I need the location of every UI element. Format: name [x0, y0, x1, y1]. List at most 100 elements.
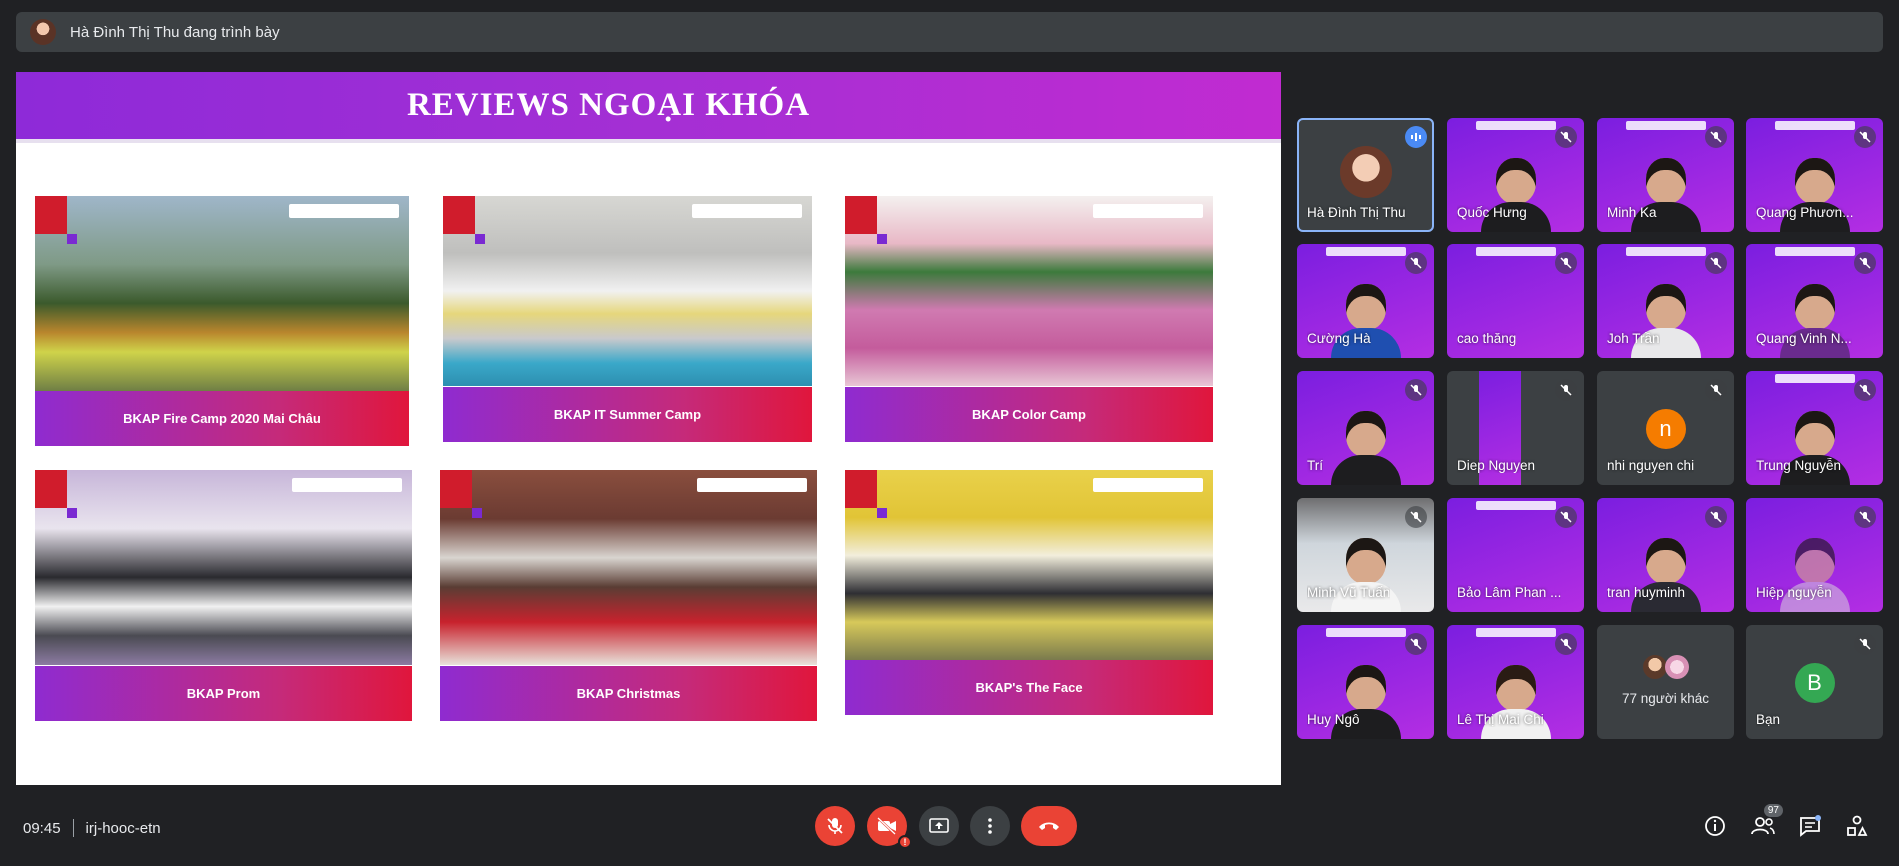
participant-tile[interactable]: Hiệp nguyễn	[1746, 498, 1883, 612]
mic-off-icon	[1555, 506, 1577, 528]
card-caption: BKAP Fire Camp 2020 Mai Châu	[123, 411, 321, 426]
participant-tile[interactable]: tran huyminh	[1597, 498, 1734, 612]
participant-name: Hiệp nguyễn	[1756, 585, 1832, 600]
mic-off-icon	[1705, 379, 1727, 401]
participant-name: Minh Vũ Tuấn	[1307, 585, 1391, 600]
chat-button[interactable]	[1796, 812, 1824, 840]
participant-video	[1330, 661, 1401, 739]
slide-divider	[16, 139, 1281, 143]
clock-time: 09:45	[23, 819, 61, 837]
photo-card-the-face: BKAP's The Face	[845, 470, 1213, 715]
avatar	[1339, 146, 1392, 198]
people-button[interactable]: 97	[1749, 804, 1783, 840]
participant-tile[interactable]: Quốc Hưng	[1447, 118, 1584, 232]
participant-video	[1779, 534, 1850, 612]
photo	[35, 470, 412, 665]
participant-tile[interactable]: Quang Phươn...	[1746, 118, 1883, 232]
mic-off-icon	[1405, 506, 1427, 528]
meeting-info: 09:45 irj-hooc-etn	[23, 819, 161, 837]
participant-tile[interactable]: Minh Ka	[1597, 118, 1734, 232]
corner-decoration	[472, 508, 482, 518]
corner-decoration	[67, 234, 77, 244]
corner-decoration	[877, 234, 887, 244]
chat-icon	[1800, 815, 1821, 837]
slide-title: REVIEWS NGOẠI KHÓA	[406, 87, 811, 123]
participant-video	[1480, 661, 1551, 739]
participant-video	[1779, 407, 1850, 485]
participant-tile[interactable]: Quang Vinh N...	[1746, 244, 1883, 358]
avatar	[1643, 655, 1667, 679]
participant-tile[interactable]: n nhi nguyen chi	[1597, 371, 1734, 485]
participant-name: Quốc Hưng	[1457, 205, 1527, 220]
sponsor-logo	[697, 478, 807, 492]
participant-tile[interactable]: Diep Nguyen	[1447, 371, 1584, 485]
card-caption: BKAP Prom	[186, 686, 261, 701]
participant-name: Quang Phươn...	[1756, 205, 1854, 220]
card-caption: BKAP's The Face	[975, 680, 1083, 695]
participant-name: Huy Ngô	[1307, 712, 1360, 727]
participant-name: tran huyminh	[1607, 585, 1686, 600]
mic-off-icon	[1555, 252, 1577, 274]
participant-name: Bạn	[1756, 712, 1781, 727]
photo	[440, 470, 817, 665]
hang-up-icon	[1039, 822, 1059, 830]
corner-decoration	[67, 508, 77, 518]
participant-tile[interactable]: Lê Thị Mai Chi	[1447, 625, 1584, 739]
photo-card-prom: BKAP Prom	[35, 470, 412, 721]
participant-tile[interactable]: Cường Hà	[1297, 244, 1434, 358]
participant-tile[interactable]: Bảo Lâm Phan ...	[1447, 498, 1584, 612]
meeting-details-button[interactable]	[1701, 812, 1729, 840]
participant-tile[interactable]: Trung Nguyễn	[1746, 371, 1883, 485]
photo	[443, 196, 812, 386]
meeting-code: irj-hooc-etn	[85, 819, 161, 837]
mic-off-icon	[1854, 633, 1876, 655]
info-icon	[1705, 816, 1725, 836]
self-tile[interactable]: B Bạn	[1746, 625, 1883, 739]
mic-off-icon	[1854, 252, 1876, 274]
participant-tile[interactable]: Trí	[1297, 371, 1434, 485]
speaking-indicator-icon	[1405, 126, 1427, 148]
tile-logo	[1475, 628, 1556, 637]
more-vert-icon	[988, 818, 992, 834]
card-banner: BKAP Christmas	[440, 666, 817, 721]
card-banner: BKAP Color Camp	[845, 387, 1213, 442]
participant-video	[1330, 407, 1401, 485]
corner-decoration	[443, 196, 475, 234]
tile-logo	[1475, 247, 1556, 256]
participant-tile[interactable]: Hà Đình Thị Thu	[1297, 118, 1434, 232]
mic-off-icon	[1405, 633, 1427, 655]
card-banner: BKAP IT Summer Camp	[443, 387, 812, 442]
present-icon	[929, 818, 949, 833]
avatar: n	[1645, 409, 1686, 449]
tile-logo	[1325, 628, 1406, 637]
tile-logo	[1774, 247, 1855, 256]
mic-off-icon	[1555, 379, 1577, 401]
leave-call-button[interactable]	[1021, 806, 1077, 846]
photo-card-it-summer-camp: BKAP IT Summer Camp	[443, 196, 812, 442]
others-tile[interactable]: 77 người khác	[1597, 625, 1734, 739]
participant-name: Cường Hà	[1307, 331, 1371, 346]
camera-toggle-button[interactable]: !	[867, 806, 912, 849]
corner-decoration	[845, 470, 877, 508]
tile-logo	[1774, 374, 1855, 383]
participant-tile[interactable]: Huy Ngô	[1297, 625, 1434, 739]
participant-tile[interactable]: Minh Vũ Tuấn	[1297, 498, 1434, 612]
camera-off-icon	[877, 817, 896, 835]
participant-tile[interactable]: cao thăng	[1447, 244, 1584, 358]
sponsor-logo	[692, 204, 802, 218]
mic-off-icon	[1854, 506, 1876, 528]
participant-name: Quang Vinh N...	[1756, 331, 1852, 346]
avatar: B	[1794, 663, 1835, 703]
tile-logo	[1774, 121, 1855, 130]
mic-toggle-button[interactable]	[815, 806, 855, 846]
participant-video	[1630, 534, 1701, 612]
participant-name: Diep Nguyen	[1457, 458, 1536, 473]
participant-video	[1480, 154, 1551, 232]
more-options-button[interactable]	[970, 806, 1010, 846]
activities-button[interactable]	[1843, 812, 1871, 840]
present-screen-button[interactable]	[919, 806, 959, 846]
sponsor-logo	[1093, 478, 1203, 492]
participant-tile[interactable]: Joh Trần	[1597, 244, 1734, 358]
participant-video	[1330, 534, 1401, 612]
participant-video	[1779, 154, 1850, 232]
